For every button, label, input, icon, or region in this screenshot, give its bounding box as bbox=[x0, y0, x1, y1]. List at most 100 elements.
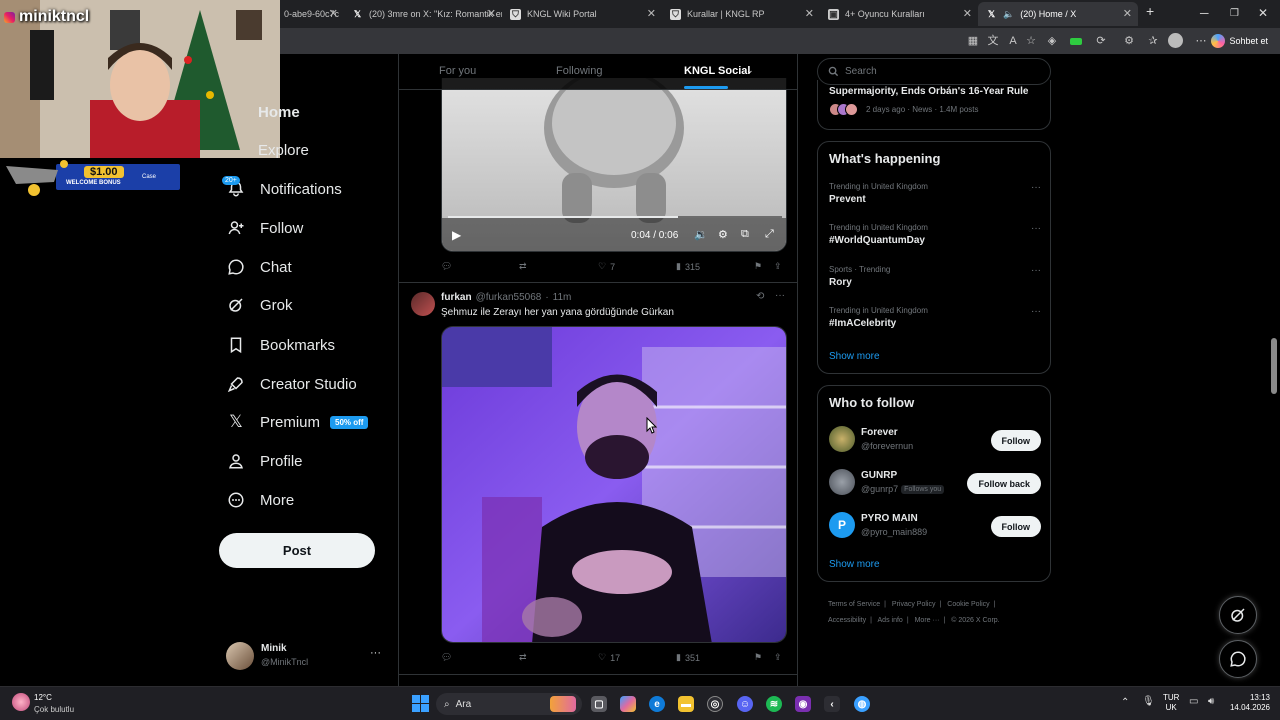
close-icon[interactable]: ✕ bbox=[647, 7, 656, 20]
extension-shield-icon[interactable]: ◈ bbox=[1045, 34, 1059, 48]
language-indicator[interactable]: TUR UK bbox=[1163, 693, 1179, 713]
app-grid-icon[interactable]: ▦ bbox=[966, 34, 980, 48]
chevron-up-icon[interactable]: ⌃ bbox=[1121, 697, 1129, 708]
more-dots-icon[interactable]: ··· bbox=[1031, 306, 1041, 317]
nav-profile[interactable]: Profile bbox=[226, 446, 303, 476]
close-icon[interactable]: ✕ bbox=[487, 7, 496, 20]
more-dots-icon[interactable]: ··· bbox=[1031, 182, 1041, 193]
clock[interactable]: 13:13 14.04.2026 bbox=[1226, 693, 1270, 713]
privacy-link[interactable]: Privacy Policy bbox=[892, 601, 936, 608]
video-player[interactable]: ▶ 0:04 / 0:06 🔉 ⚙ ⧉ ⤢ bbox=[441, 78, 787, 252]
like-button[interactable]: ♡ 7 bbox=[598, 261, 615, 272]
settings-extension-icon[interactable]: ⚙ bbox=[1122, 34, 1136, 48]
bookmark-small-icon[interactable]: ⚑ bbox=[754, 261, 762, 272]
nav-chat[interactable]: Chat bbox=[226, 252, 292, 282]
collections-icon[interactable]: ✰ bbox=[1146, 34, 1160, 48]
tweet-video[interactable] bbox=[441, 326, 787, 643]
nav-follow[interactable]: Follow bbox=[226, 213, 303, 243]
nav-grok[interactable]: Grok bbox=[226, 290, 293, 320]
tab-kngl-social[interactable]: KNGL Social bbox=[684, 65, 750, 77]
more-icon[interactable]: ⋯ bbox=[1194, 34, 1208, 48]
volume-icon[interactable]: 🔉 bbox=[694, 228, 708, 241]
browser-tab-2[interactable]: 𝕏 (20) 3mre on X: "Kız: Romantik erk ✕ bbox=[344, 2, 502, 26]
scrollbar-thumb[interactable] bbox=[1271, 338, 1277, 394]
windows-start-icon[interactable] bbox=[412, 695, 429, 712]
close-icon[interactable]: ✕ bbox=[805, 7, 814, 20]
battery-extension-icon[interactable] bbox=[1070, 38, 1082, 45]
terms-link[interactable]: Terms of Service bbox=[828, 601, 880, 608]
fullscreen-icon[interactable]: ⤢ bbox=[765, 228, 774, 241]
more-dots-icon[interactable]: ··· bbox=[1031, 223, 1041, 234]
pip-icon[interactable]: ⧉ bbox=[741, 228, 749, 241]
taskbar-search[interactable]: ⌕ Ara bbox=[436, 693, 582, 715]
accessibility-link[interactable]: Accessibility bbox=[828, 617, 866, 624]
suggested-user[interactable]: GUNRP @gunrp7 Follows you Follow back bbox=[829, 467, 1041, 499]
reply-icon[interactable]: 💬︎ bbox=[441, 652, 452, 663]
settings-icon[interactable]: ⚙ bbox=[718, 228, 728, 241]
nav-explore[interactable]: Explore bbox=[232, 135, 309, 165]
footer-more-link[interactable]: More ··· bbox=[915, 617, 940, 624]
window-close-icon[interactable]: ✕ bbox=[1258, 6, 1268, 20]
microphone-icon[interactable]: 🎙︎ bbox=[1142, 696, 1155, 707]
trends-show-more-link[interactable]: Show more bbox=[829, 351, 880, 362]
browser-tab-1[interactable]: 0-abe9-60c7c ✕ bbox=[276, 2, 344, 26]
more-dots-icon[interactable]: ··· bbox=[1031, 265, 1041, 276]
trend-item[interactable]: Trending in United Kingdom #ImACelebrity… bbox=[829, 306, 1041, 329]
share-icon[interactable]: ⇪ bbox=[774, 652, 782, 663]
retweet-icon[interactable]: ⇄ bbox=[519, 652, 527, 663]
suggested-user[interactable]: P PYRO MAIN @pyro_main889 Follow bbox=[829, 510, 1041, 542]
grok-float-button[interactable] bbox=[1219, 596, 1257, 634]
play-icon[interactable]: ▶ bbox=[452, 228, 461, 242]
weather-icon[interactable] bbox=[12, 693, 30, 711]
back-arrow-app-icon[interactable]: ‹ bbox=[824, 696, 840, 712]
more-dots-icon[interactable]: ··· bbox=[775, 290, 785, 301]
browser-tab-3[interactable]: ⛉ KNGL Wiki Portal ✕ bbox=[502, 2, 662, 26]
close-icon[interactable]: ✕ bbox=[1123, 7, 1132, 20]
avatar[interactable] bbox=[411, 292, 435, 316]
obs-app-icon[interactable]: ◉ bbox=[795, 696, 811, 712]
ads-info-link[interactable]: Ads info bbox=[878, 617, 903, 624]
refresh-extension-icon[interactable]: ⟳ bbox=[1094, 34, 1108, 48]
app-ring-icon[interactable]: ◎ bbox=[707, 696, 723, 712]
account-switcher[interactable]: Minik @MinikTncl ··· bbox=[226, 640, 386, 674]
new-tab-button[interactable]: + bbox=[1146, 3, 1154, 19]
globe-app-icon[interactable]: ◍ bbox=[854, 696, 870, 712]
file-explorer-icon[interactable]: ▬ bbox=[678, 696, 694, 712]
maximize-icon[interactable]: ❐ bbox=[1230, 8, 1239, 19]
edge-browser-icon[interactable]: e bbox=[649, 696, 665, 712]
browser-tab-active[interactable]: 𝕏 🔈 (20) Home / X ✕ bbox=[978, 2, 1138, 26]
nav-home[interactable]: Home bbox=[232, 97, 300, 127]
favorite-star-icon[interactable]: ☆ bbox=[1024, 34, 1038, 48]
chevron-down-icon[interactable]: ⌄ bbox=[746, 65, 754, 76]
browser-tab-4[interactable]: ⛉ Kurallar | KNGL RP ✕ bbox=[662, 2, 820, 26]
trend-item[interactable]: Sports · Trending Rory ··· bbox=[829, 265, 1041, 288]
views-button[interactable]: ▮ 351 bbox=[676, 652, 700, 663]
spotify-icon[interactable]: ≋ bbox=[766, 696, 782, 712]
translate-icon[interactable]: 文 bbox=[986, 34, 1000, 48]
follow-button[interactable]: Follow bbox=[990, 430, 1041, 451]
nav-creator-studio[interactable]: Creator Studio bbox=[226, 369, 357, 399]
volume-icon[interactable]: 🔊︎ bbox=[1208, 696, 1214, 707]
tweet-handle[interactable]: @furkan55068 bbox=[476, 292, 542, 303]
discord-icon[interactable]: ☺ bbox=[737, 696, 753, 712]
nav-premium[interactable]: 𝕏 Premium 50% off bbox=[226, 407, 369, 437]
close-icon[interactable]: ✕ bbox=[329, 7, 338, 20]
share-icon[interactable]: ⇪ bbox=[774, 261, 782, 272]
grok-analyze-icon[interactable]: ⟲ bbox=[756, 291, 764, 302]
tweet-time[interactable]: 11m bbox=[553, 292, 572, 303]
views-button[interactable]: ▮ 315 bbox=[676, 261, 700, 272]
nav-more[interactable]: More bbox=[226, 485, 294, 515]
post-button[interactable]: Post bbox=[219, 533, 375, 568]
nav-notifications[interactable]: 20+ Notifications bbox=[222, 174, 342, 204]
tweet-author[interactable]: furkan bbox=[441, 292, 472, 303]
trend-item[interactable]: Trending in United Kingdom Prevent ··· bbox=[829, 182, 1041, 205]
browser-tab-5[interactable]: ▣ 4+ Oyuncu Kuralları ✕ bbox=[820, 2, 978, 26]
more-dots-icon[interactable]: ··· bbox=[370, 647, 381, 659]
network-icon[interactable]: ▭ bbox=[1189, 696, 1198, 707]
promo-banner[interactable]: $1.00 WELCOME BONUS Case bbox=[6, 160, 181, 198]
trend-item[interactable]: Trending in United Kingdom #WorldQuantum… bbox=[829, 223, 1041, 246]
bookmark-small-icon[interactable]: ⚑ bbox=[754, 652, 762, 663]
chat-float-button[interactable] bbox=[1219, 640, 1257, 678]
cookie-link[interactable]: Cookie Policy bbox=[947, 601, 989, 608]
suggested-user[interactable]: Forever @forevernun Follow bbox=[829, 424, 1041, 456]
